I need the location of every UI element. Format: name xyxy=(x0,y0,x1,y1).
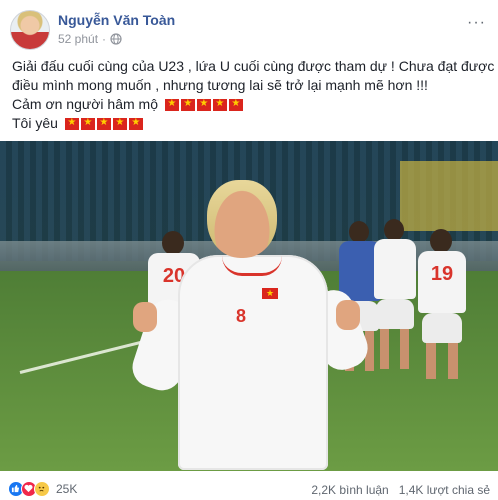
post-footer: 25K 2,2K bình luận 1,4K lượt chia sẻ xyxy=(0,478,498,500)
vietnam-flag-icon xyxy=(112,117,127,130)
post-text-fragment: Tôi yêu xyxy=(12,115,58,131)
vietnam-flag-icon xyxy=(180,98,195,111)
thumbs-up-hand xyxy=(336,300,360,330)
post-text-line: Tôi yêu xyxy=(12,114,492,133)
post-meta: 52 phút · xyxy=(58,32,122,46)
main-player: 8 xyxy=(0,141,498,471)
thumbs-up-hand xyxy=(133,302,157,332)
vietnam-flag-badge xyxy=(262,287,278,299)
post-text-line: Cảm ơn người hâm mộ xyxy=(12,95,492,114)
vietnam-flag-icon xyxy=(64,117,79,130)
reaction-count: 25K xyxy=(56,482,78,496)
main-player-number: 8 xyxy=(236,306,247,326)
post-text: Giải đấu cuối cùng của U23 , lứa U cuối … xyxy=(12,57,495,133)
main-player-shirt xyxy=(178,255,328,470)
post-text-line: điều mình mong muốn , nhưng tương lai sẽ… xyxy=(12,77,428,93)
shares-count-link[interactable]: 1,4K lượt chia sẻ xyxy=(399,483,490,497)
globe-icon xyxy=(110,33,122,45)
vietnam-flag-icon xyxy=(96,117,111,130)
vietnam-flag-emoji-group xyxy=(164,98,243,111)
vietnam-flag-icon xyxy=(164,98,179,111)
comments-count-link[interactable]: 2,2K bình luận xyxy=(311,483,388,497)
main-player-head xyxy=(207,180,277,258)
post-text-fragment: Cảm ơn người hâm mộ xyxy=(12,96,159,112)
vietnam-flag-icon xyxy=(80,117,95,130)
vietnam-flag-emoji-group xyxy=(64,117,143,130)
facebook-post: Nguyễn Văn Toàn 52 phút · ··· Giải đấu c… xyxy=(0,0,498,500)
post-header: Nguyễn Văn Toàn 52 phút · ··· xyxy=(0,0,498,52)
author-avatar[interactable] xyxy=(10,10,50,50)
engagement-stats: 2,2K bình luận 1,4K lượt chia sẻ xyxy=(311,483,490,497)
vietnam-flag-icon xyxy=(212,98,227,111)
reactions-summary[interactable]: 25K xyxy=(8,481,77,497)
author-name[interactable]: Nguyễn Văn Toàn xyxy=(58,12,175,28)
post-timestamp[interactable]: 52 phút xyxy=(58,32,98,46)
vietnam-flag-icon xyxy=(228,98,243,111)
vietnam-flag-icon xyxy=(196,98,211,111)
post-photo[interactable]: 20 19 ★ 8 xyxy=(0,141,498,471)
more-options-button[interactable]: ··· xyxy=(467,14,486,32)
vietnam-flag-icon xyxy=(128,117,143,130)
post-text-line: Giải đấu cuối cùng của U23 , lứa U cuối … xyxy=(12,58,495,74)
sad-icon xyxy=(34,481,50,497)
